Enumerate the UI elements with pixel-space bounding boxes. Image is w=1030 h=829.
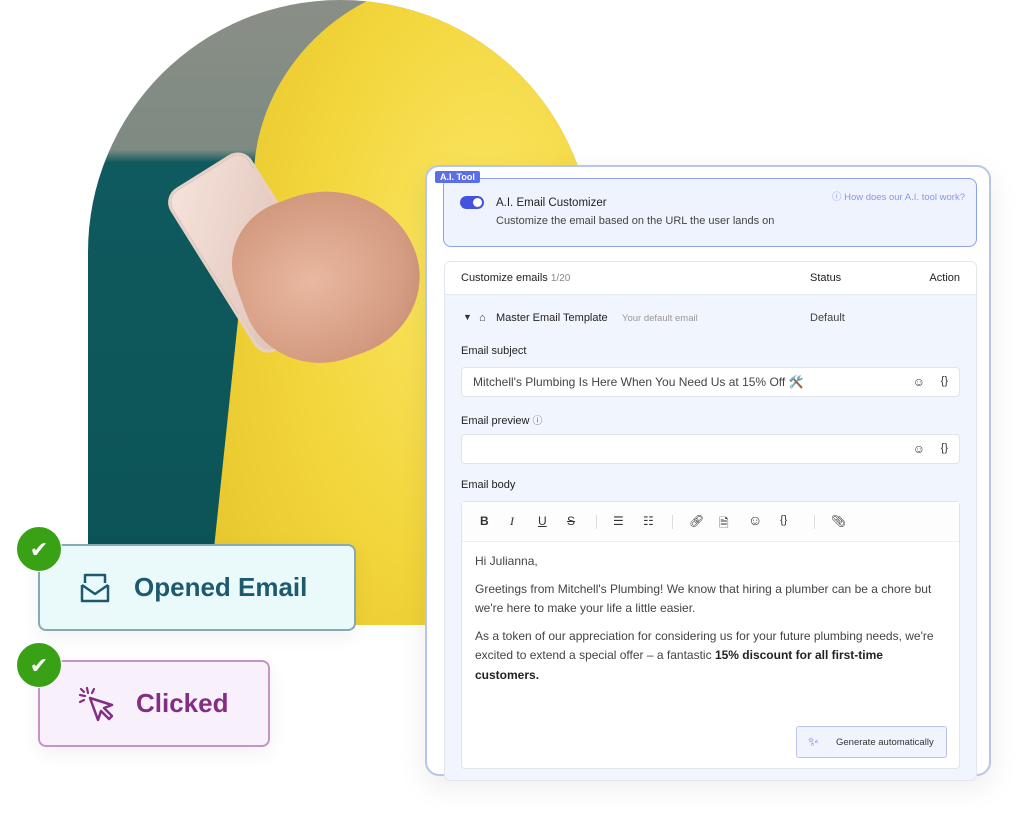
numbered-list-icon[interactable]: ☷ <box>643 514 654 528</box>
check-icon: ✔ <box>16 642 62 688</box>
subject-input[interactable]: Mitchell's Plumbing Is Here When You Nee… <box>461 367 960 397</box>
envelope-open-icon <box>80 573 110 602</box>
body-label: Email body <box>461 479 516 491</box>
link-icon[interactable]: 🔗︎ <box>689 514 704 528</box>
variable-icon[interactable]: {} <box>941 442 948 454</box>
attachment-icon[interactable]: 📎︎ <box>831 514 846 528</box>
table-row[interactable]: ▼ ⌂ Master Email Template Your default e… <box>445 295 976 341</box>
help-link[interactable]: ⓘ How does our A.I. tool work? <box>832 189 965 203</box>
home-icon: ⌂ <box>479 312 486 324</box>
emoji-icon[interactable]: ☺ <box>913 442 925 456</box>
ai-customizer-box: A.I. Email Customizer Customize the emai… <box>443 178 977 247</box>
bold-icon[interactable]: B <box>480 514 489 528</box>
bullet-list-icon[interactable]: ☰ <box>613 514 624 528</box>
template-note: Your default email <box>622 313 698 324</box>
ai-subtitle: Customize the email based on the URL the… <box>496 215 775 227</box>
caret-down-icon[interactable]: ▼ <box>463 312 472 322</box>
variable-icon[interactable]: {} <box>780 514 787 526</box>
body-editor[interactable]: B I U S ☰ ☷ 🔗︎ 🗎 ☺ {} 📎︎ Hi Julianna, Gr… <box>461 501 960 769</box>
ai-email-panel: A.I. Tool A.I. Email Customizer Customiz… <box>425 165 991 781</box>
clicked-card: Clicked <box>38 660 270 747</box>
document-icon[interactable]: 🗎 <box>719 514 729 535</box>
emoji-icon[interactable]: ☺ <box>748 512 762 528</box>
emoji-icon[interactable]: ☺ <box>913 375 925 389</box>
subject-value: Mitchell's Plumbing Is Here When You Nee… <box>473 375 804 389</box>
col-customize: Customize emails 1/20 <box>461 272 571 284</box>
template-status: Default <box>810 312 845 324</box>
generate-label: Generate automatically <box>836 737 934 748</box>
generate-automatically-button[interactable]: ✨︎ Generate automatically <box>796 726 947 758</box>
help-icon: ⓘ <box>532 416 543 427</box>
body-paragraph-2: As a token of our appreciation for consi… <box>475 628 934 682</box>
variable-icon[interactable]: {} <box>941 375 948 387</box>
body-paragraph-1: Greetings from Mitchell's Plumbing! We k… <box>475 581 932 616</box>
magic-wand-icon: ✨︎ <box>808 734 819 749</box>
underline-icon[interactable]: U <box>538 514 547 528</box>
divider <box>596 515 597 529</box>
opened-email-label: Opened Email <box>134 572 308 602</box>
italic-icon[interactable]: I <box>510 514 514 529</box>
help-text: How does our A.I. tool work? <box>844 192 965 203</box>
template-name: Master Email Template <box>496 312 608 324</box>
col-action: Action <box>929 272 960 284</box>
col-status: Status <box>810 272 842 284</box>
clicked-label: Clicked <box>136 688 229 718</box>
ai-toggle[interactable] <box>460 196 484 209</box>
preview-label: Email preview ⓘ <box>461 415 543 427</box>
preview-input[interactable]: ☺ {} <box>461 434 960 464</box>
opened-email-card: Opened Email <box>38 544 356 631</box>
ai-title: A.I. Email Customizer <box>496 197 607 209</box>
emails-table: Customize emails 1/20 Status Action ▼ ⌂ … <box>444 261 977 781</box>
strikethrough-icon[interactable]: S <box>567 514 575 528</box>
email-body-content[interactable]: Hi Julianna, Greetings from Mitchell's P… <box>462 542 959 703</box>
ai-tool-tag: A.I. Tool <box>435 171 480 183</box>
table-header: Customize emails 1/20 Status Action <box>445 262 976 295</box>
cursor-click-icon <box>78 686 114 721</box>
divider <box>672 515 673 529</box>
help-icon: ⓘ <box>831 192 845 203</box>
subject-label: Email subject <box>461 345 527 357</box>
divider <box>814 515 815 529</box>
body-greeting: Hi Julianna, <box>475 554 538 568</box>
check-icon: ✔ <box>16 526 62 572</box>
editor-toolbar: B I U S ☰ ☷ 🔗︎ 🗎 ☺ {} 📎︎ <box>462 502 959 542</box>
